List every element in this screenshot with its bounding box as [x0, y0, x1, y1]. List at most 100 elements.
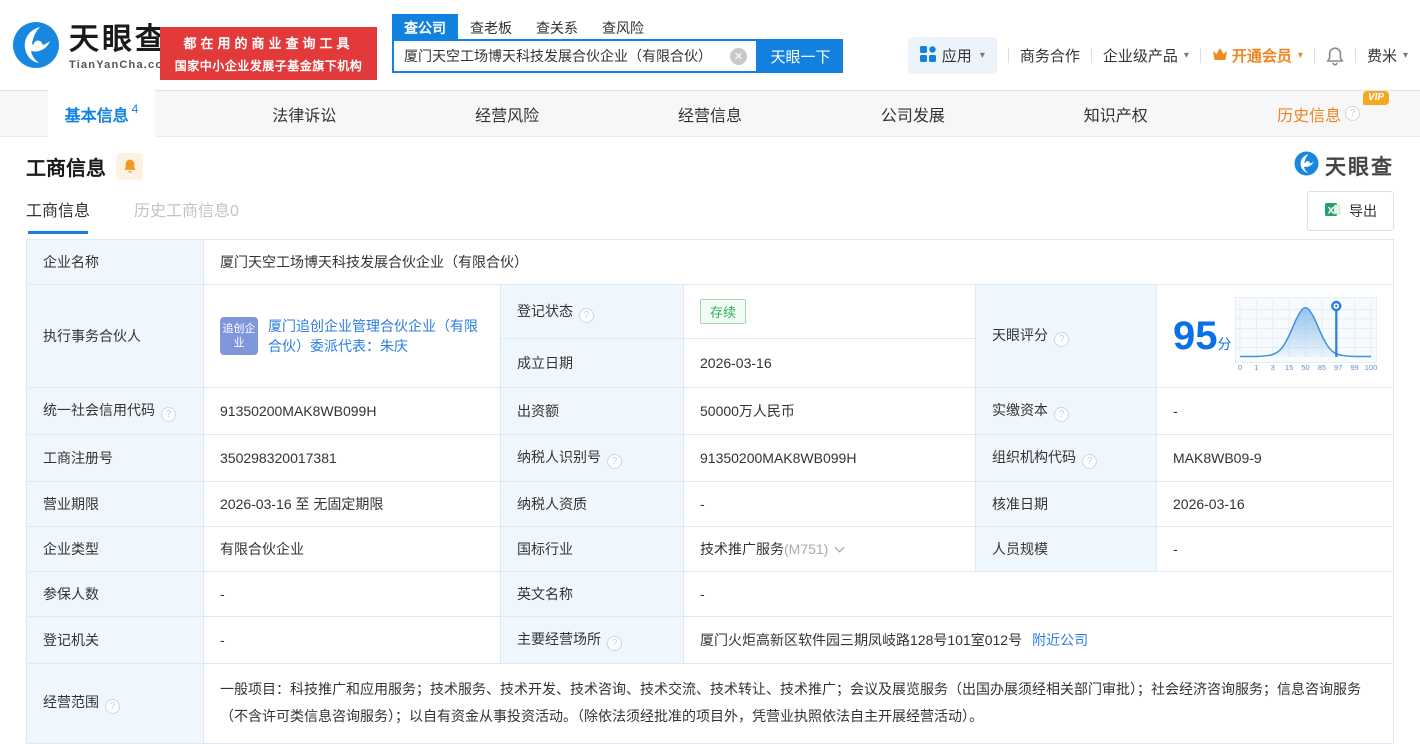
tab-history-info[interactable]: 历史信息 ? VIP: [1217, 91, 1420, 136]
help-icon[interactable]: ?: [105, 699, 120, 715]
staff-size-label: 人员规模: [975, 526, 1157, 572]
business-place-cell: 厦门火炬高新区软件园三期凤岐路128号101室012号 附近公司: [683, 616, 1394, 664]
org-code-value: MAK8WB09-9: [1156, 434, 1394, 482]
vip-badge: VIP: [1362, 91, 1390, 105]
page-nav-tabs: 基本信息 4 法律诉讼 经营风险 经营信息 公司发展 知识产权 历史信息 ? V…: [0, 90, 1420, 137]
company-type-value: 有限合伙企业: [203, 526, 501, 572]
table-row: 登记机关 - 主要经营场所? 厦门火炬高新区软件园三期凤岐路128号101室01…: [26, 616, 1394, 664]
svg-text:15: 15: [1285, 363, 1293, 372]
tab-legal-proceedings[interactable]: 法律诉讼: [203, 91, 406, 136]
search-input[interactable]: [394, 48, 730, 64]
menu-divider: [1313, 48, 1315, 63]
menu-divider: [1090, 48, 1092, 63]
menu-divider: [1354, 48, 1356, 63]
score-cell: 95分 0 1 3 15 50 85 97 99 100: [1156, 284, 1394, 388]
subtab-history-registration[interactable]: 历史工商信息0: [134, 197, 239, 234]
vip-label: 开通会员: [1231, 48, 1292, 65]
table-row: 经营范围? 一般项目：科技推广和应用服务；技术服务、技术开发、技术咨询、技术交流…: [26, 663, 1394, 744]
watermark: 天眼查: [1294, 151, 1394, 181]
svg-text:97: 97: [1334, 363, 1342, 372]
help-icon[interactable]: ?: [1054, 407, 1069, 422]
svg-text:0: 0: [1238, 363, 1242, 372]
tab-label: 法律诉讼: [272, 107, 337, 125]
help-icon[interactable]: ?: [1345, 106, 1361, 121]
org-code-label-cell: 组织机构代码?: [975, 434, 1157, 482]
enterprise-label: 企业级产品: [1102, 48, 1178, 65]
insured-count-label: 参保人数: [26, 571, 204, 617]
reg-authority-value: -: [203, 616, 501, 664]
svg-text:1: 1: [1254, 363, 1258, 372]
export-label: 导出: [1349, 203, 1377, 219]
tab-count: 4: [131, 101, 139, 116]
reg-authority-label: 登记机关: [26, 616, 204, 664]
caret-down-icon: ▾: [1402, 50, 1408, 61]
industry-cell: 技术推广服务(M751): [683, 526, 976, 572]
svg-text:85: 85: [1318, 363, 1326, 372]
chevron-down-icon[interactable]: [834, 542, 845, 553]
help-icon[interactable]: ?: [161, 407, 176, 422]
help-icon[interactable]: ?: [579, 307, 594, 323]
help-icon[interactable]: ?: [1082, 454, 1097, 469]
help-icon[interactable]: ?: [1054, 332, 1069, 347]
business-term-label: 营业期限: [26, 481, 204, 527]
tab-label: 经营信息: [678, 107, 743, 125]
score-label: 天眼评分: [992, 327, 1048, 343]
tab-company-development[interactable]: 公司发展: [811, 91, 1014, 136]
credit-code-label: 统一社会信用代码: [43, 402, 155, 418]
tab-business-info[interactable]: 经营信息: [609, 91, 812, 136]
tab-basic-info[interactable]: 基本信息 4: [0, 90, 203, 137]
svg-text:99: 99: [1350, 363, 1358, 372]
table-row: 企业名称 厦门天空工场博天科技发展合伙企业（有限合伙）: [26, 239, 1394, 285]
caret-down-icon: ▾: [1183, 50, 1189, 61]
subtab-business-registration[interactable]: 工商信息: [26, 197, 90, 234]
top-menu: 应用 ▾ 商务合作 企业级产品 ▾ 开通会员 ▾ 费米 ▾: [907, 37, 1408, 74]
search-button[interactable]: 天眼一下: [758, 39, 843, 73]
banner-line2: 国家中小企业发展子基金旗下机构: [174, 59, 363, 73]
enterprise-products-menu[interactable]: 企业级产品 ▾: [1103, 45, 1189, 66]
top-header: 天眼查 TianYanCha.com 都在用的商业查询工具 国家中小企业发展子基…: [0, 0, 1420, 90]
svg-text:50: 50: [1301, 363, 1309, 372]
approval-date-value: 2026-03-16: [1156, 481, 1394, 527]
taxpayer-id-label: 纳税人识别号: [517, 449, 601, 465]
subscribe-bell-button[interactable]: [116, 152, 143, 180]
notification-bell[interactable]: [1326, 46, 1344, 66]
industry-value: 技术推广服务: [700, 541, 784, 557]
capital-value: 50000万人民币: [683, 387, 976, 435]
biz-cooperation-link[interactable]: 商务合作: [1020, 45, 1080, 66]
partner-company-link[interactable]: 厦门追创企业管理合伙企业（有限合伙）委派代表：朱庆: [268, 316, 484, 356]
apps-menu[interactable]: 应用 ▾: [907, 37, 997, 74]
table-row: 统一社会信用代码? 91350200MAK8WB099H 出资额 50000万人…: [26, 387, 1394, 435]
nearby-companies-link[interactable]: 附近公司: [1032, 632, 1088, 648]
business-term-value: 2026-03-16 至 无固定期限: [203, 481, 501, 527]
export-button[interactable]: X 导出: [1307, 191, 1394, 231]
table-row: 参保人数 - 英文名称 -: [26, 571, 1394, 617]
paid-capital-label: 实缴资本: [992, 402, 1048, 418]
business-scope-label-cell: 经营范围?: [26, 663, 204, 744]
bell-icon: [123, 159, 136, 173]
score-label-cell: 天眼评分?: [975, 284, 1157, 388]
open-vip-menu[interactable]: 开通会员 ▾: [1212, 45, 1303, 66]
clear-search-icon[interactable]: ✕: [730, 47, 747, 65]
crown-icon: [1212, 47, 1228, 65]
english-name-label: 英文名称: [500, 571, 684, 617]
main-content: 工商信息 天眼查 工商信息 历史工商信息0 X 导出 企业名称 厦门天空工场博天…: [0, 151, 1420, 744]
help-icon[interactable]: ?: [607, 454, 622, 469]
executive-partner-label: 执行事务合伙人: [26, 284, 204, 388]
section-title: 工商信息: [26, 157, 106, 180]
company-name-value: 厦门天空工场博天科技发展合伙企业（有限合伙）: [203, 239, 1394, 285]
user-menu[interactable]: 费米 ▾: [1367, 45, 1408, 66]
credit-code-label-cell: 统一社会信用代码?: [26, 387, 204, 435]
help-icon[interactable]: ?: [607, 636, 622, 651]
score-unit: 分: [1217, 336, 1232, 352]
industry-label: 国标行业: [500, 526, 684, 572]
svg-text:100: 100: [1365, 363, 1377, 372]
tab-intellectual-property[interactable]: 知识产权: [1014, 91, 1217, 136]
brand-logo[interactable]: 天眼查 TianYanCha.com: [12, 21, 174, 74]
grid-icon: [919, 45, 936, 66]
tab-operating-risk[interactable]: 经营风险: [406, 91, 609, 136]
watermark-text: 天眼查: [1325, 156, 1394, 179]
org-code-label: 组织机构代码: [992, 449, 1076, 465]
username: 费米: [1366, 48, 1397, 65]
search-bar: ✕ 天眼一下: [392, 39, 843, 73]
status-badge: 存续: [700, 299, 747, 325]
